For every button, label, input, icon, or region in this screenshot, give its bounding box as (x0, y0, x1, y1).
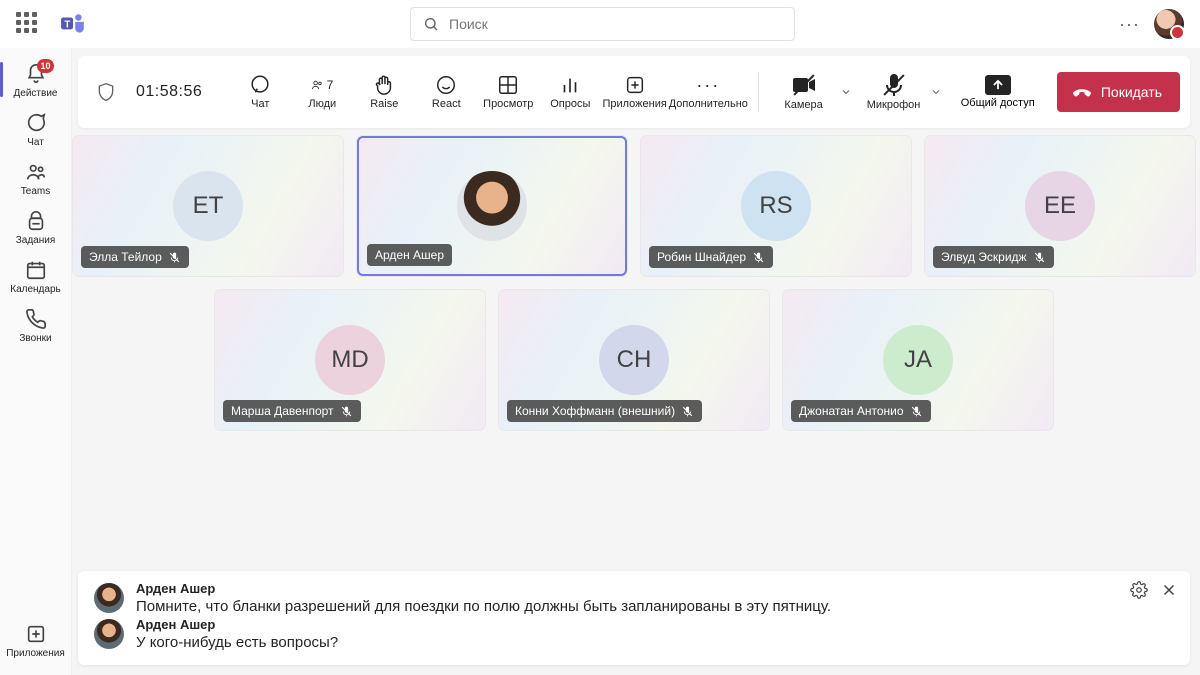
phone-icon (25, 308, 47, 330)
teams-logo-icon[interactable]: T (60, 11, 86, 37)
search-icon (423, 16, 439, 32)
rail-teams[interactable]: Teams (0, 154, 71, 201)
rail-chat[interactable]: Чат (0, 105, 71, 152)
toolbar-chat-button[interactable]: Чат (232, 64, 288, 120)
top-bar: T ··· (0, 0, 1200, 48)
meeting-toolbar: 01:58:56 Чат 7 Люди Raise (78, 56, 1190, 128)
participant-name-tag: Элвуд Эскридж (933, 246, 1054, 268)
participant-avatar: EE (1025, 171, 1095, 241)
mic-options-chevron[interactable] (927, 64, 945, 120)
share-screen-button[interactable]: Общий доступ (951, 64, 1045, 120)
participant-avatar: CH (599, 325, 669, 395)
rail-assignments[interactable]: Задания (0, 203, 71, 250)
participant-tile[interactable]: ET Элла Тейлор (73, 136, 343, 276)
caption-line: Арден АшерПомните, что бланки разрешений… (94, 581, 1174, 617)
calendar-icon (25, 259, 47, 281)
participant-avatar: MD (315, 325, 385, 395)
camera-toggle-button[interactable]: Камера (771, 64, 837, 120)
settings-more-icon[interactable]: ··· (1119, 14, 1140, 35)
shield-icon[interactable] (96, 81, 116, 103)
captions-close-icon[interactable] (1160, 581, 1178, 599)
app-launcher-icon[interactable] (16, 12, 40, 36)
teams-icon (25, 161, 47, 183)
participant-tile[interactable]: RS Робин Шнайдер (641, 136, 911, 276)
participant-name-tag: Марша Давенпорт (223, 400, 361, 422)
activity-badge: 10 (37, 59, 53, 73)
caption-line: Арден АшерУ кого-нибудь есть вопросы? (94, 617, 1174, 653)
side-rail: 10 Действие Чат Teams Задания Календарь (0, 48, 72, 675)
participant-tile[interactable]: EE Элвуд Эскридж (925, 136, 1195, 276)
rail-calls[interactable]: Звонки (0, 301, 71, 348)
caption-text: Помните, что бланки разрешений для поезд… (136, 596, 831, 617)
participant-tile[interactable]: Арден Ашер (357, 136, 627, 276)
apps-icon (25, 623, 47, 645)
toolbar-view-button[interactable]: Просмотр (480, 64, 536, 120)
mic-toggle-button[interactable]: Микрофон (861, 64, 927, 120)
rail-activity[interactable]: 10 Действие (0, 56, 71, 103)
chat-icon (25, 112, 47, 134)
hangup-icon (1071, 81, 1093, 103)
participant-grid: ET Элла Тейлор Арден Ашер RS Робин Шнайдер EE… (78, 136, 1190, 563)
participant-avatar: ET (173, 171, 243, 241)
caption-text: У кого-нибудь есть вопросы? (136, 632, 338, 653)
toolbar-apps-button[interactable]: Приложения (604, 64, 665, 120)
participant-avatar: JA (883, 325, 953, 395)
participant-tile[interactable]: JA Джонатан Антонио (783, 290, 1053, 430)
profile-avatar[interactable] (1154, 9, 1184, 39)
participant-tile[interactable]: MD Марша Давенпорт (215, 290, 485, 430)
participant-avatar: RS (741, 171, 811, 241)
participant-name-tag: Джонатан Антонио (791, 400, 931, 422)
rail-calendar[interactable]: Календарь (0, 252, 71, 299)
toolbar-people-button[interactable]: 7 Люди (294, 64, 350, 120)
camera-options-chevron[interactable] (837, 64, 855, 120)
svg-text:T: T (64, 19, 70, 30)
toolbar-polls-button[interactable]: Опросы (542, 64, 598, 120)
participant-name-tag: Робин Шнайдер (649, 246, 773, 268)
participant-name-tag: Арден Ашер (367, 244, 452, 266)
toolbar-react-button[interactable]: React (418, 64, 474, 120)
leave-call-button[interactable]: Покидать (1057, 72, 1180, 112)
search-box[interactable] (410, 7, 795, 41)
toolbar-raise-button[interactable]: Raise (356, 64, 412, 120)
toolbar-separator (758, 72, 759, 112)
captions-panel: Арден АшерПомните, что бланки разрешений… (78, 571, 1190, 665)
caption-speaker: Арден Ашер (136, 581, 831, 596)
participant-tile[interactable]: CH Конни Хоффманн (внешний) (499, 290, 769, 430)
participant-name-tag: Элла Тейлор (81, 246, 189, 268)
caption-avatar (94, 583, 124, 613)
participant-avatar (457, 171, 527, 241)
toolbar-more-button[interactable]: ··· Дополнительно (671, 64, 746, 120)
caption-avatar (94, 619, 124, 649)
call-timer: 01:58:56 (136, 83, 202, 101)
backpack-icon (25, 210, 47, 232)
captions-settings-icon[interactable] (1130, 581, 1148, 599)
search-input[interactable] (449, 16, 782, 32)
rail-apps[interactable]: Приложения (0, 616, 71, 663)
caption-speaker: Арден Ашер (136, 617, 338, 632)
participant-name-tag: Конни Хоффманн (внешний) (507, 400, 702, 422)
